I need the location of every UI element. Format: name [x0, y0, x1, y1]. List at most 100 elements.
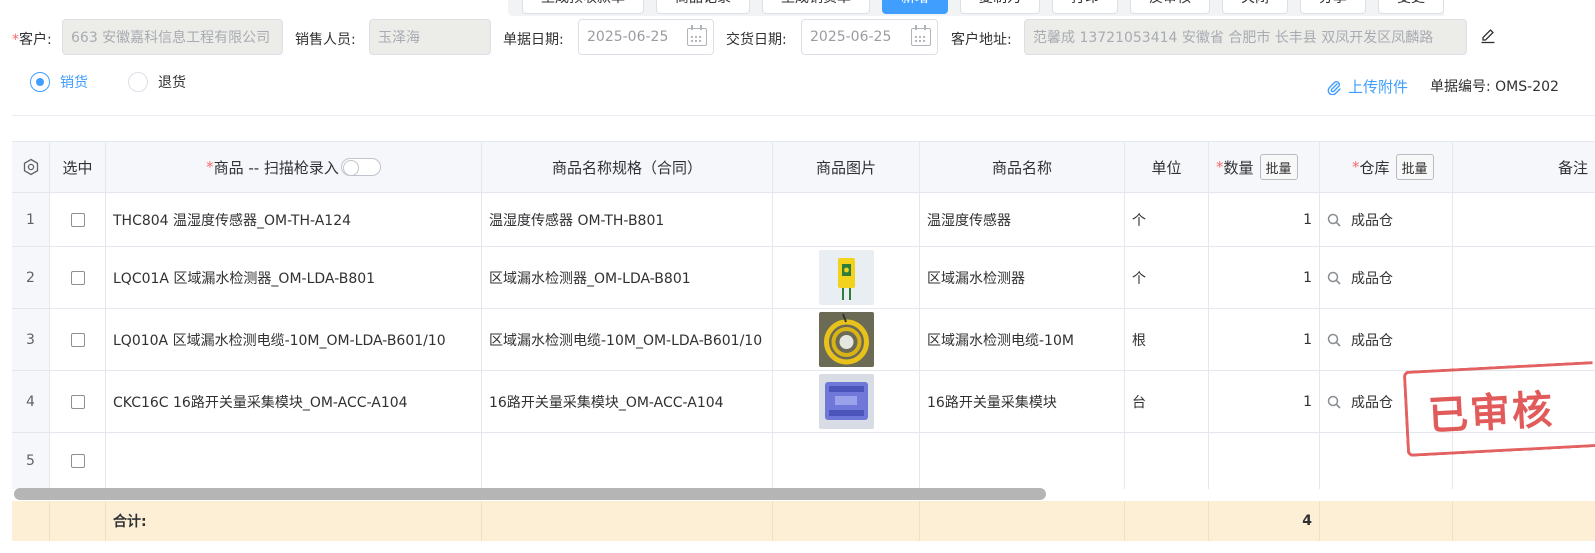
bill-date-field[interactable]: 2025-06-25 — [578, 19, 714, 55]
table-row[interactable]: 3 LQ010A 区域漏水检测电缆-10M_OM-LDA-B601/10 区域漏… — [12, 309, 1595, 371]
approved-stamp: 已审核 — [1402, 361, 1595, 457]
warehouse-cell[interactable]: 成品仓 — [1320, 247, 1453, 308]
name-cell: 16路开关量采集模块 — [920, 371, 1125, 432]
row-checkbox[interactable] — [70, 212, 85, 227]
product-cell[interactable]: LQC01A 区域漏水检测器_OM-LDA-B801 — [106, 247, 482, 308]
total-spec-cell — [482, 501, 773, 541]
share-button[interactable]: 分享 — [1300, 0, 1366, 14]
image-cell — [773, 247, 920, 308]
bill-date-value: 2025-06-25 — [587, 29, 669, 45]
table-row[interactable]: 2 LQC01A 区域漏水检测器_OM-LDA-B801 区域漏水检测器_OM-… — [12, 247, 1595, 309]
return-radio-label[interactable]: 退货 — [158, 72, 186, 92]
search-icon[interactable] — [1327, 395, 1341, 409]
table-header: 选中 * 商品 -- 扫描枪录入 商品名称规格（合同） 商品图片 商品名称 单位 … — [12, 142, 1595, 193]
spec-cell[interactable]: 16路开关量采集模块_OM-ACC-A104 — [482, 371, 773, 432]
upload-attachment-link[interactable]: 上传附件 — [1326, 76, 1408, 97]
row-checkbox[interactable] — [70, 454, 85, 468]
divider — [12, 115, 1595, 116]
total-image-cell — [773, 501, 920, 541]
calendar-icon[interactable] — [911, 25, 931, 46]
unit-column-header: 单位 — [1125, 142, 1209, 192]
qty-cell[interactable]: 1 — [1209, 193, 1320, 246]
row-select-cell — [50, 193, 106, 246]
product-cell[interactable]: LQ010A 区域漏水检测电缆-10M_OM-LDA-B601/10 — [106, 309, 482, 370]
copy-as-button[interactable]: 复制为 — [960, 0, 1040, 14]
total-name-cell — [920, 501, 1125, 541]
io-module-image[interactable] — [818, 374, 874, 429]
qty-column-header: * 数量 批量 — [1209, 142, 1320, 192]
product-records-button[interactable]: 商品记录 — [656, 0, 750, 14]
image-cell — [773, 371, 920, 432]
row-index: 3 — [12, 309, 50, 370]
spec-cell[interactable]: 区域漏水检测电缆-10M_OM-LDA-B601/10 — [482, 309, 773, 370]
salesperson-field[interactable]: 玉泽海 — [369, 19, 491, 55]
cable-coil-image[interactable] — [818, 312, 874, 367]
product-cell[interactable]: THC804 温湿度传感器_OM-TH-A124 — [106, 193, 482, 246]
remark-cell[interactable] — [1453, 247, 1595, 308]
spec-cell[interactable]: 温湿度传感器 OM-TH-B801 — [482, 193, 773, 246]
total-row: 合计: 4 — [12, 501, 1595, 541]
name-cell: 区域漏水检测电缆-10M — [920, 309, 1125, 370]
qty-batch-button[interactable]: 批量 — [1259, 154, 1298, 180]
total-warehouse-cell — [1320, 501, 1453, 541]
unaudit-button[interactable]: 反审核 — [1130, 0, 1210, 14]
row-checkbox[interactable] — [70, 270, 85, 285]
change-button[interactable]: 变更 — [1378, 0, 1444, 14]
product-table: 选中 * 商品 -- 扫描枪录入 商品名称规格（合同） 商品图片 商品名称 单位 … — [12, 141, 1595, 553]
paperclip-icon — [1327, 80, 1341, 95]
row-index: 5 — [12, 433, 50, 489]
search-icon[interactable] — [1327, 333, 1341, 347]
calendar-icon[interactable] — [687, 25, 707, 46]
print-button[interactable]: 打印 — [1052, 0, 1118, 14]
remark-cell[interactable] — [1453, 193, 1595, 246]
qty-cell[interactable]: 1 — [1209, 309, 1320, 370]
unit-cell: 个 — [1125, 193, 1209, 246]
warehouse-cell[interactable]: 成品仓 — [1320, 193, 1453, 246]
column-settings-icon[interactable] — [12, 142, 50, 192]
horizontal-scrollbar[interactable] — [14, 488, 1046, 500]
table-row[interactable]: 5 — [12, 433, 1595, 489]
product-cell[interactable] — [106, 433, 482, 489]
total-select-cell — [50, 501, 106, 541]
table-row[interactable]: 4 CKC16C 16路开关量采集模块_OM-ACC-A104 16路开关量采集… — [12, 371, 1595, 433]
return-radio[interactable] — [128, 72, 148, 92]
warehouse-cell[interactable]: 成品仓 — [1320, 309, 1453, 370]
total-label: 合计: — [106, 501, 482, 541]
upload-attachment-label: 上传附件 — [1348, 78, 1409, 96]
leak-detector-image[interactable] — [818, 250, 874, 305]
sales-radio[interactable] — [30, 72, 50, 92]
spec-cell[interactable]: 区域漏水检测器_OM-LDA-B801 — [482, 247, 773, 308]
warehouse-header-label: 仓库 — [1359, 158, 1390, 177]
image-column-header: 商品图片 — [773, 142, 920, 192]
bill-type-radio-group: 销货 退货 — [30, 72, 216, 92]
edit-icon[interactable] — [1480, 28, 1496, 44]
warehouse-value: 成品仓 — [1351, 212, 1393, 229]
delivery-date-field[interactable]: 2025-06-25 — [801, 19, 938, 55]
customer-field[interactable]: 663 安徽嘉科信息工程有限公司 — [62, 19, 283, 55]
warehouse-value: 成品仓 — [1351, 270, 1393, 287]
delivery-date-label: 交货日期: — [726, 32, 787, 48]
address-field[interactable]: 范馨成 13721053414 安徽省 合肥市 长丰县 双凤开发区凤麟路 — [1024, 19, 1467, 55]
close-button[interactable]: 关闭 — [1222, 0, 1288, 14]
spec-cell[interactable] — [482, 433, 773, 489]
qty-cell[interactable]: 1 — [1209, 247, 1320, 308]
row-index: 4 — [12, 371, 50, 432]
qty-cell[interactable]: 1 — [1209, 371, 1320, 432]
scanner-input-toggle[interactable] — [340, 158, 381, 176]
generate-sales-bill-button[interactable]: 生成销货单 — [762, 0, 870, 14]
warehouse-batch-button[interactable]: 批量 — [1395, 154, 1434, 180]
search-icon[interactable] — [1327, 213, 1341, 227]
qty-cell[interactable] — [1209, 433, 1320, 489]
generate-prepayment-button[interactable]: 生成预收款单 — [522, 0, 644, 14]
sales-radio-label[interactable]: 销货 — [60, 72, 88, 92]
row-checkbox[interactable] — [70, 394, 85, 409]
new-button[interactable]: 新增 — [882, 0, 948, 14]
bill-number: 单据编号: OMS-202 — [1430, 79, 1559, 95]
row-index: 1 — [12, 193, 50, 246]
total-index-cell — [12, 501, 50, 541]
remark-cell[interactable] — [1453, 309, 1595, 370]
table-row[interactable]: 1 THC804 温湿度传感器_OM-TH-A124 温湿度传感器 OM-TH-… — [12, 193, 1595, 247]
search-icon[interactable] — [1327, 271, 1341, 285]
product-cell[interactable]: CKC16C 16路开关量采集模块_OM-ACC-A104 — [106, 371, 482, 432]
row-checkbox[interactable] — [70, 332, 85, 347]
